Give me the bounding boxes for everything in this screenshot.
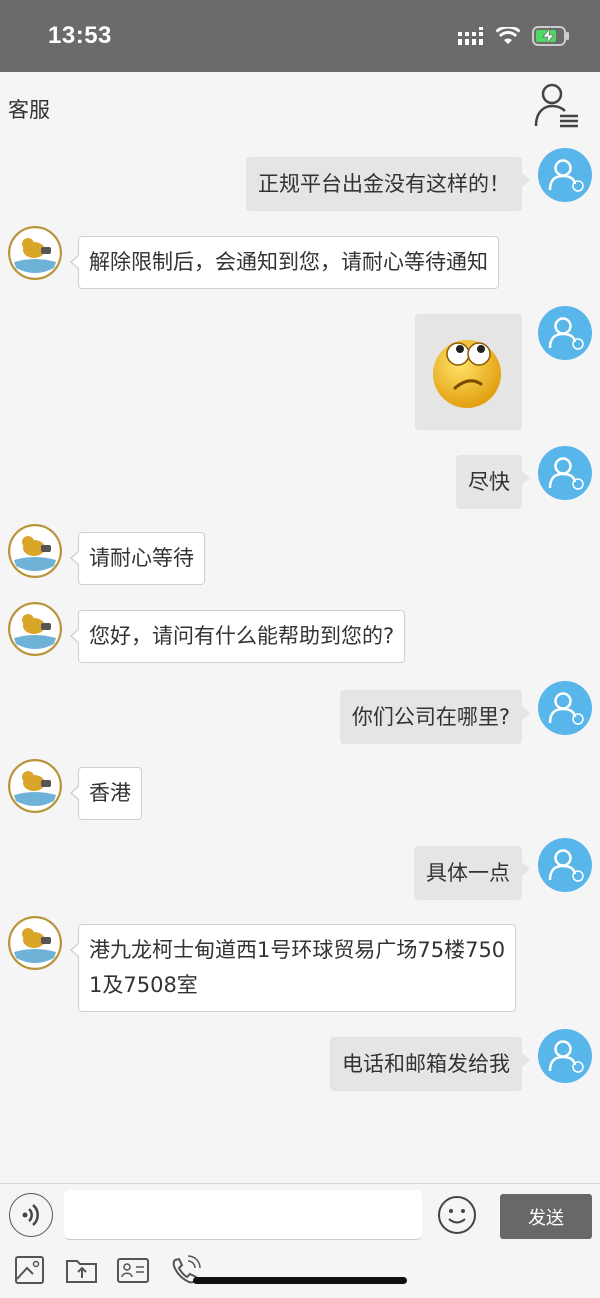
user-avatar	[538, 446, 592, 500]
page-title: 客服	[8, 98, 50, 122]
chat-messages[interactable]: 正规平台出金没有这样的！ 解除限制后，会通知到您，请耐心等待通知 尽快 请耐心等…	[0, 136, 600, 1183]
message-bubble: 电话和邮箱发给我	[330, 1037, 530, 1091]
image-button[interactable]	[14, 1255, 48, 1285]
message-bubble: 尽快	[456, 455, 530, 509]
message-bubble: 你们公司在哪里?	[339, 690, 531, 744]
status-icons	[458, 26, 570, 46]
user-menu-button[interactable]	[532, 82, 584, 130]
contact-card-icon	[117, 1258, 149, 1283]
send-button[interactable]: 发送	[500, 1194, 592, 1239]
status-time: 13:53	[48, 22, 112, 49]
user-avatar	[538, 1029, 592, 1083]
chat-header: 客服	[0, 72, 600, 136]
user-list-icon	[534, 83, 578, 128]
emoji-button[interactable]	[437, 1195, 477, 1235]
image-icon	[15, 1256, 44, 1284]
message-line: 1及7508室	[89, 973, 198, 997]
agent-avatar	[8, 226, 62, 280]
message-bubble: 请耐心等待	[70, 532, 205, 585]
agent-avatar	[8, 916, 62, 970]
voice-icon	[22, 1204, 39, 1226]
agent-avatar	[8, 759, 62, 813]
attachment-toolbar	[0, 1249, 600, 1298]
cellular-signal-icon	[458, 27, 483, 45]
message-bubble: 解除限制后，会通知到您，请耐心等待通知	[70, 236, 499, 289]
battery-icon	[532, 26, 569, 46]
emoji-message-bubble	[415, 314, 522, 430]
home-indicator	[193, 1277, 407, 1284]
user-avatar	[538, 306, 592, 360]
message-bubble: 具体一点	[414, 846, 530, 900]
contact-card-button[interactable]	[116, 1255, 150, 1285]
user-avatar	[538, 838, 592, 892]
message-input[interactable]	[64, 1190, 422, 1240]
input-bar: 发送	[0, 1183, 600, 1250]
agent-avatar	[8, 602, 62, 656]
wifi-icon	[496, 27, 520, 44]
folder-upload-icon	[66, 1260, 97, 1283]
message-bubble: 香港	[70, 767, 142, 820]
message-bubble: 正规平台出金没有这样的！	[246, 157, 530, 211]
thinking-emoji-icon	[433, 340, 501, 408]
message-line: 港九龙柯士甸道西1号环球贸易广场75楼750	[89, 938, 506, 962]
user-avatar	[538, 148, 592, 202]
smiley-icon	[438, 1196, 476, 1234]
status-bar: 13:53	[0, 0, 600, 72]
file-upload-button[interactable]	[65, 1255, 99, 1285]
message-bubble: 港九龙柯士甸道西1号环球贸易广场75楼750 1及7508室	[69, 924, 517, 1012]
user-avatar	[538, 681, 592, 735]
message-bubble: 您好，请问有什么能帮助到您的?	[69, 610, 406, 663]
agent-avatar	[8, 524, 62, 578]
voice-input-button[interactable]	[9, 1193, 53, 1237]
